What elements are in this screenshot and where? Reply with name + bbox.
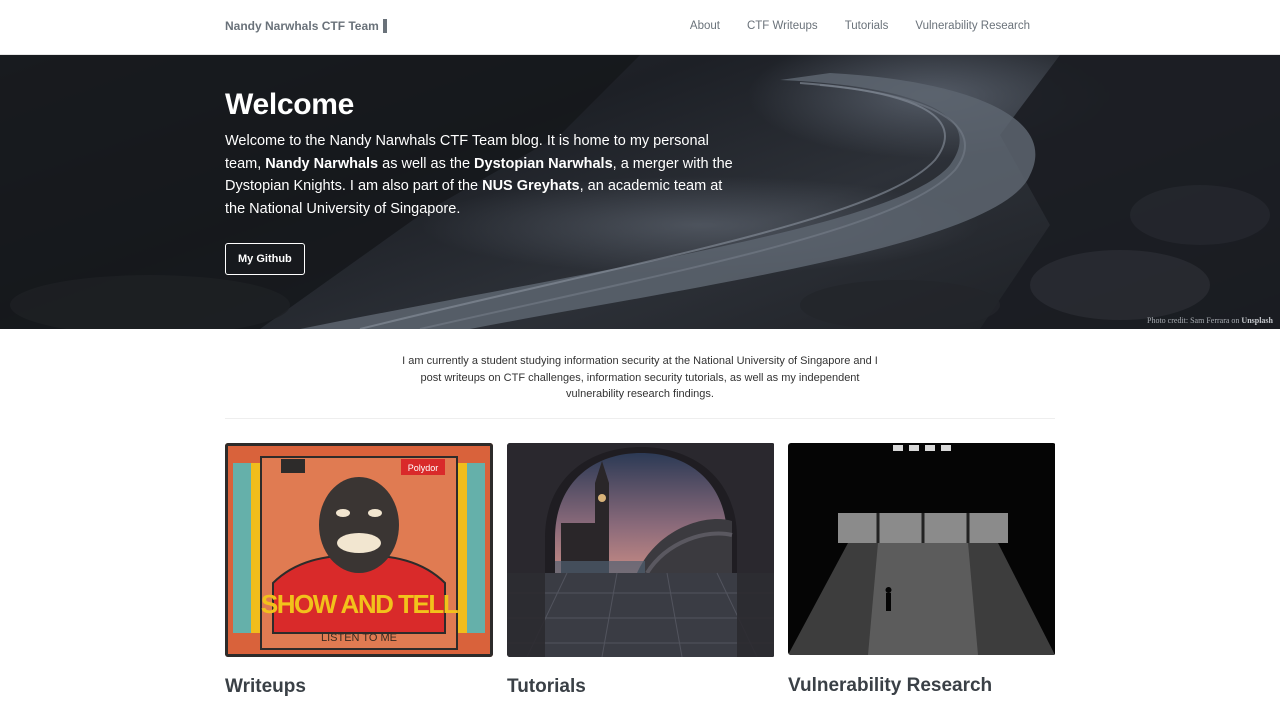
nav-link-ctf-writeups[interactable]: CTF Writeups: [747, 20, 818, 32]
card-tutorials[interactable]: Tutorials: [507, 443, 775, 698]
card-title-tutorials[interactable]: Tutorials: [507, 676, 775, 698]
nandy-narwhals-label: Nandy Narwhals: [265, 155, 379, 172]
nav-links: About CTF Writeups Tutorials Vulnerabili…: [663, 20, 1030, 32]
nav-link-about[interactable]: About: [690, 20, 720, 32]
card-title-writeups[interactable]: Writeups: [225, 676, 493, 698]
navbar: Nandy Narwhals CTF Team About CTF Writeu…: [0, 0, 1280, 55]
hero-text-part-2: as well as the: [378, 155, 475, 172]
cursor-block-icon: [382, 19, 387, 33]
brand-label: Nandy Narwhals CTF Team: [225, 19, 379, 33]
tutorials-london-arch-image[interactable]: [507, 443, 775, 657]
hero-description: Welcome to the Nandy Narwhals CTF Team b…: [225, 130, 735, 220]
brand-link[interactable]: Nandy Narwhals CTF Team: [225, 19, 387, 33]
card-vulnerability-research[interactable]: Vulnerability Research: [788, 443, 1056, 697]
unsplash-link[interactable]: Unsplash: [1241, 316, 1273, 325]
nus-greyhats-label: NUS Greyhats: [482, 178, 580, 194]
divider: [225, 418, 1055, 419]
hero-content: Welcome Welcome to the Nandy Narwhals CT…: [225, 88, 745, 275]
hero-banner: Welcome Welcome to the Nandy Narwhals CT…: [0, 55, 1280, 329]
album-title-text: SHOW AND TELL: [261, 589, 459, 619]
card-writeups[interactable]: Polydor SHOW AND TELL LISTEN TO ME Write…: [225, 443, 493, 698]
album-subtitle-text: LISTEN TO ME: [321, 632, 397, 644]
photo-credit-prefix: Photo credit: Sam Ferrara on: [1147, 316, 1242, 325]
album-logo-text: Polydor: [408, 463, 439, 473]
dystopian-narwhals-label: Dystopian Narwhals: [474, 155, 613, 172]
nav-link-vulnerability-research[interactable]: Vulnerability Research: [915, 20, 1030, 32]
intro-text: I am currently a student studying inform…: [402, 355, 878, 400]
card-title-vulnerability-research[interactable]: Vulnerability Research: [788, 675, 1056, 697]
hero-title: Welcome: [225, 88, 355, 121]
writeups-album-cover-image[interactable]: Polydor SHOW AND TELL LISTEN TO ME: [225, 443, 493, 657]
my-github-button[interactable]: My Github: [225, 243, 305, 275]
photo-credit: Photo credit: Sam Ferrara on Unsplash: [1147, 316, 1273, 325]
nav-link-tutorials[interactable]: Tutorials: [845, 20, 889, 32]
vulnerability-research-hall-image[interactable]: [788, 443, 1056, 655]
